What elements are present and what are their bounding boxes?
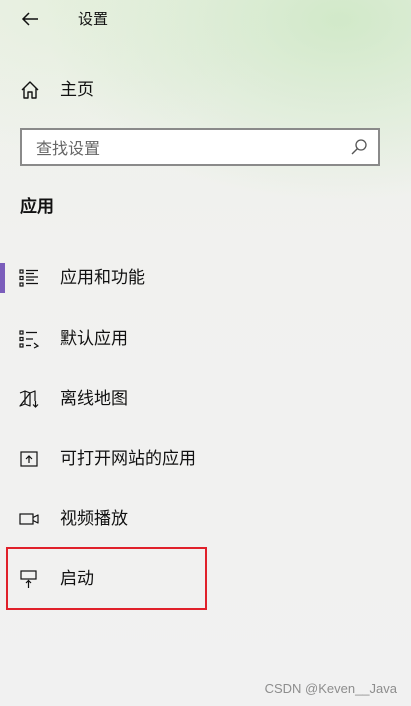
web-apps-icon [20, 451, 38, 467]
startup-icon [20, 570, 37, 588]
sidebar-item-default-apps[interactable]: 默认应用 [0, 315, 411, 363]
search-input[interactable] [36, 136, 336, 160]
sidebar-item-label: 视频播放 [60, 509, 128, 529]
search-box[interactable] [20, 128, 380, 166]
home-nav-item[interactable]: 主页 [0, 70, 411, 110]
sidebar-item-video-playback[interactable]: 视频播放 [0, 495, 411, 543]
default-apps-icon [19, 330, 40, 349]
sidebar-item-offline-maps[interactable]: 离线地图 [0, 375, 411, 423]
sidebar-item-label: 默认应用 [60, 329, 128, 349]
video-icon [19, 513, 39, 525]
sidebar-item-label: 离线地图 [60, 389, 128, 409]
sidebar-item-startup[interactable]: 启动 [0, 555, 411, 603]
sidebar-item-apps-features[interactable]: 应用和功能 [0, 254, 411, 302]
sidebar-item-label: 可打开网站的应用 [60, 449, 196, 469]
sidebar-item-label: 启动 [60, 569, 94, 589]
apps-list-icon [19, 269, 38, 287]
arrow-left-icon [21, 12, 38, 26]
watermark: CSDN @Keven__Java [264, 681, 397, 696]
section-title: 应用 [20, 197, 54, 217]
back-button[interactable] [14, 5, 46, 33]
sidebar-item-label: 应用和功能 [60, 268, 145, 288]
home-label: 主页 [60, 80, 94, 100]
window-title: 设置 [78, 10, 109, 28]
search-icon[interactable] [350, 138, 368, 156]
offline-map-icon [19, 390, 39, 408]
selected-indicator [0, 263, 5, 293]
title-bar: 设置 [0, 0, 411, 38]
home-icon [21, 81, 39, 99]
sidebar-item-web-apps[interactable]: 可打开网站的应用 [0, 435, 411, 483]
